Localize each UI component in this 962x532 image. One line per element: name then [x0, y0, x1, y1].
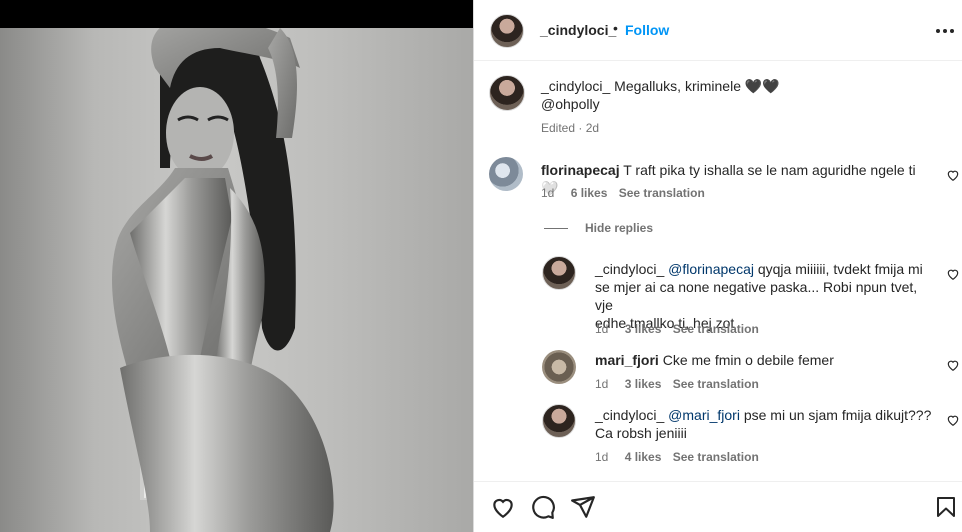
- see-translation-link[interactable]: See translation: [673, 322, 759, 336]
- see-translation-link[interactable]: See translation: [673, 450, 759, 464]
- caption-mention[interactable]: @ohpolly: [541, 95, 600, 113]
- see-translation-link[interactable]: See translation: [619, 186, 705, 200]
- reply-body-line2: se mjer ai ca none negative paska... Rob…: [595, 279, 918, 313]
- replies-divider: [544, 228, 568, 229]
- reply-likes[interactable]: 3 likes: [625, 322, 662, 336]
- reply-avatar[interactable]: [542, 350, 576, 384]
- separator-dot: •: [613, 20, 618, 36]
- reply-likes[interactable]: 3 likes: [625, 377, 662, 391]
- comment-meta: 1d 6 likes See translation: [541, 186, 705, 200]
- caption-text: _cindyloci_ Megalluks, kriminele 🖤🖤: [541, 77, 941, 95]
- reply-username[interactable]: _cindyloci_: [595, 261, 664, 277]
- reply-avatar[interactable]: [542, 256, 576, 290]
- reply-body-line1: pse mi un sjam fmija dikujt???: [743, 407, 932, 423]
- caption-avatar[interactable]: [489, 75, 525, 111]
- reply-meta: 1d 3 likes See translation: [595, 377, 759, 391]
- reply-time: 1d: [595, 322, 609, 336]
- reply-meta: 1d 3 likes See translation: [595, 322, 759, 336]
- post-sidebar: _cindyloci_ • Follow _cindyloci_ Megallu…: [473, 0, 962, 532]
- post-dialog: _cindyloci_ • Follow _cindyloci_ Megallu…: [0, 0, 962, 532]
- reply-text: mari_fjori Cke me fmin o debile femer: [595, 351, 935, 369]
- comment-time: 1d: [541, 186, 555, 200]
- reply-meta: 1d 4 likes See translation: [595, 450, 759, 464]
- heart-icon[interactable]: [490, 494, 516, 520]
- heart-icon[interactable]: [946, 358, 960, 372]
- share-icon[interactable]: [570, 494, 596, 520]
- post-media[interactable]: [0, 0, 473, 532]
- bookmark-icon[interactable]: [934, 494, 958, 520]
- caption-body: Megalluks, kriminele 🖤🖤: [614, 78, 780, 94]
- heart-icon[interactable]: [946, 413, 960, 427]
- reply-text: _cindyloci_ @mari_fjori pse mi un sjam f…: [595, 406, 935, 442]
- comment-avatar[interactable]: [489, 157, 523, 191]
- reply-mention[interactable]: @florinapecaj: [668, 261, 754, 277]
- comment-likes[interactable]: 6 likes: [571, 186, 608, 200]
- reply-body-line1: qyqja miiiiii, tvdekt fmija mi: [757, 261, 923, 277]
- reply-mention[interactable]: @mari_fjori: [668, 407, 740, 423]
- reply-body-line2: Ca robsh jeniiii: [595, 425, 687, 441]
- comment-icon[interactable]: [530, 494, 556, 520]
- heart-icon[interactable]: [946, 267, 960, 281]
- see-translation-link[interactable]: See translation: [673, 377, 759, 391]
- post-actions-bar: [474, 481, 962, 532]
- caption-username[interactable]: _cindyloci_: [541, 78, 610, 94]
- more-options-icon[interactable]: [936, 22, 956, 38]
- heart-icon[interactable]: [946, 168, 960, 182]
- author-avatar[interactable]: [490, 14, 524, 48]
- post-header: _cindyloci_ • Follow: [474, 0, 962, 61]
- caption-meta: Edited · 2d: [541, 121, 600, 135]
- hide-replies-button[interactable]: Hide replies: [585, 221, 653, 235]
- reply-username[interactable]: _cindyloci_: [595, 407, 664, 423]
- reply-username[interactable]: mari_fjori: [595, 352, 659, 368]
- follow-button[interactable]: Follow: [625, 22, 669, 38]
- comment-username[interactable]: florinapecaj: [541, 162, 620, 178]
- reply-avatar[interactable]: [542, 404, 576, 438]
- comments-section: _cindyloci_ Megalluks, kriminele 🖤🖤 @ohp…: [474, 61, 962, 481]
- post-photo[interactable]: [0, 28, 473, 532]
- reply-likes[interactable]: 4 likes: [625, 450, 662, 464]
- reply-body: Cke me fmin o debile femer: [662, 352, 834, 368]
- reply-time: 1d: [595, 450, 609, 464]
- author-username[interactable]: _cindyloci_: [540, 22, 616, 38]
- reply-time: 1d: [595, 377, 609, 391]
- photo-illustration: [111, 28, 334, 532]
